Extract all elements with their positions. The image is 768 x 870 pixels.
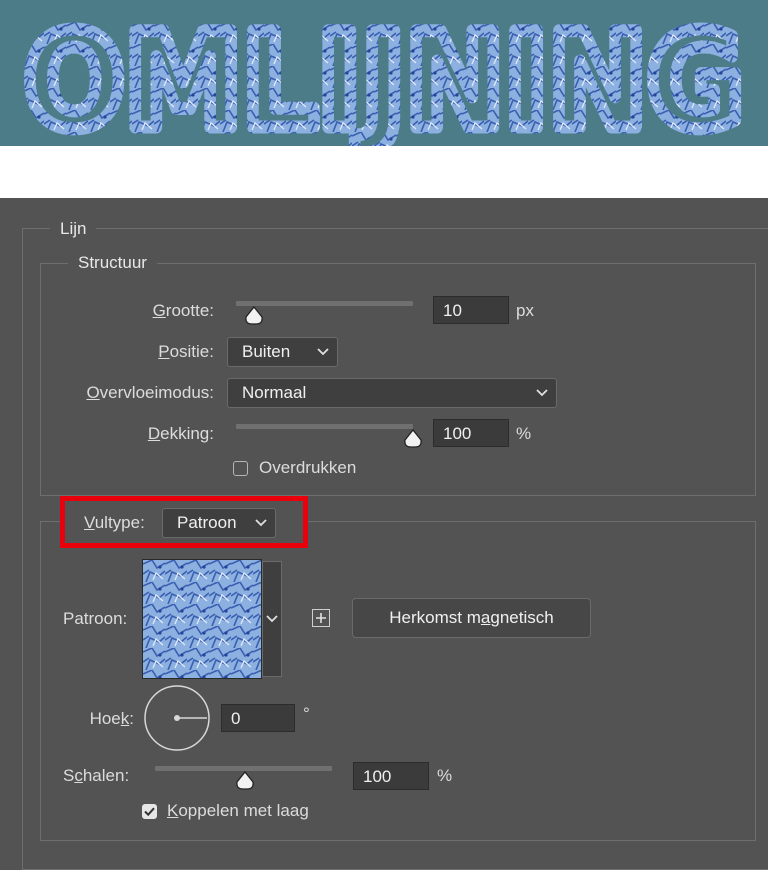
lijn-legend: Lijn	[50, 219, 97, 239]
pattern-preview	[143, 560, 261, 678]
slider-thumb-icon[interactable]	[235, 771, 255, 791]
dekking-slider-track[interactable]	[236, 424, 413, 429]
snap-to-origin-button[interactable]: Herkomst magnetisch	[352, 598, 591, 638]
vultype-label: Vultype:	[84, 513, 145, 532]
koppelen-checkbox[interactable]	[142, 804, 157, 819]
chevron-down-icon	[536, 389, 548, 397]
pattern-swatch[interactable]	[142, 559, 262, 679]
vultype-dropdown[interactable]: Patroon	[162, 508, 276, 538]
grootte-input[interactable]: 10	[433, 296, 509, 324]
patroon-label: Patroon:	[63, 609, 128, 628]
slider-thumb-icon[interactable]	[403, 429, 423, 449]
outline-text-art: OMLIJNING	[18, 0, 751, 146]
dekking-unit: %	[516, 424, 532, 443]
plus-box-icon[interactable]	[312, 609, 330, 627]
dekking-input[interactable]: 100	[433, 419, 509, 447]
positie-value: Buiten	[242, 342, 291, 361]
slider-thumb-icon[interactable]	[244, 306, 264, 326]
schalen-input[interactable]: 100	[353, 762, 429, 790]
banner-image: OMLIJNING	[0, 0, 768, 146]
banner-title: OMLIJNING	[24, 5, 744, 146]
dekking-label: Dekking:	[147, 424, 214, 443]
overvloeimodus-label: Overvloeimodus:	[86, 383, 214, 402]
separator-gap	[0, 146, 768, 198]
overdrukken-label: Overdrukken	[259, 458, 357, 477]
grootte-unit: px	[516, 301, 534, 320]
positie-label: Positie:	[158, 342, 214, 361]
schalen-label: Schalen:	[63, 766, 130, 785]
overvloeimodus-dropdown[interactable]: Normaal	[227, 378, 557, 408]
structuur-legend: Structuur	[68, 253, 157, 273]
chevron-down-icon	[255, 519, 267, 527]
chevron-down-icon	[317, 348, 329, 356]
angle-dial-icon[interactable]	[143, 684, 211, 752]
positie-dropdown[interactable]: Buiten	[227, 337, 338, 367]
hoek-input[interactable]: 0	[221, 704, 295, 732]
stroke-dialog: Lijn Structuur Grootte: 10 px Positie: B…	[0, 198, 768, 870]
chevron-down-icon	[266, 615, 278, 623]
vultype-value: Patroon	[177, 513, 237, 532]
overvloeimodus-value: Normaal	[242, 383, 307, 402]
pattern-picker-button[interactable]	[262, 561, 282, 677]
hoek-unit: °	[303, 704, 310, 723]
grootte-label: Grootte:	[152, 301, 214, 320]
schalen-unit: %	[437, 766, 453, 785]
hoek-label: Hoek:	[89, 709, 134, 728]
overdrukken-checkbox[interactable]	[233, 461, 248, 476]
koppelen-label: Koppelen met laag	[167, 801, 309, 820]
checkmark-icon	[144, 807, 155, 817]
